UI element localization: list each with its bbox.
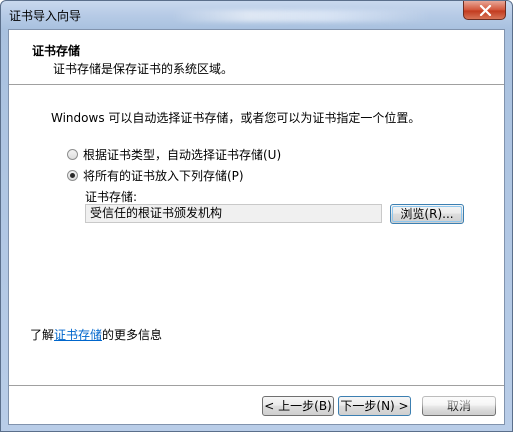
corner-watermark [419, 393, 499, 407]
radio-label: 将所有的证书放入下列存储(P) [83, 168, 244, 183]
radio-button[interactable] [67, 169, 78, 181]
wizard-window: 证书导入向导 证书存储 证书存储是保存证书的系统区域。 Windows 可以自动… [0, 0, 513, 432]
help-text: 了解证书存储的更多信息 [30, 326, 162, 343]
radio-label: 根据证书类型，自动选择证书存储(U) [83, 147, 282, 162]
store-field[interactable]: 受信任的根证书颁发机构 [85, 204, 382, 223]
radio-place-in-store[interactable]: 将所有的证书放入下列存储(P) [67, 167, 244, 183]
title-bar-glare [171, 10, 431, 22]
next-button[interactable]: 下一步(N) > [338, 396, 411, 416]
wizard-header: 证书存储 证书存储是保存证书的系统区域。 [9, 30, 504, 85]
browse-button[interactable]: 浏览(R)... [390, 204, 464, 224]
help-suffix: 的更多信息 [102, 328, 163, 342]
help-prefix: 了解 [30, 328, 55, 342]
window-title: 证书导入向导 [9, 9, 82, 23]
store-help-link[interactable]: 证书存储 [54, 328, 102, 342]
radio-auto-select[interactable]: 根据证书类型，自动选择证书存储(U) [67, 146, 281, 162]
wizard-content: 证书存储 证书存储是保存证书的系统区域。 Windows 可以自动选择证书存储，… [8, 29, 505, 425]
header-divider [9, 84, 504, 85]
browse-label: 浏览(R)... [400, 207, 454, 221]
page-title: 证书存储 [32, 44, 81, 58]
page-subtitle: 证书存储是保存证书的系统区域。 [53, 62, 234, 76]
back-button[interactable]: < 上一步(B) [262, 396, 334, 416]
close-icon [479, 5, 492, 16]
radio-button[interactable] [67, 148, 78, 160]
footer-divider [9, 385, 504, 386]
intro-text: Windows 可以自动选择证书存储，或者您可以为证书指定一个位置。 [51, 111, 421, 125]
store-label: 证书存储: [85, 190, 138, 204]
close-button[interactable] [463, 1, 506, 20]
title-bar[interactable]: 证书导入向导 [1, 1, 512, 28]
